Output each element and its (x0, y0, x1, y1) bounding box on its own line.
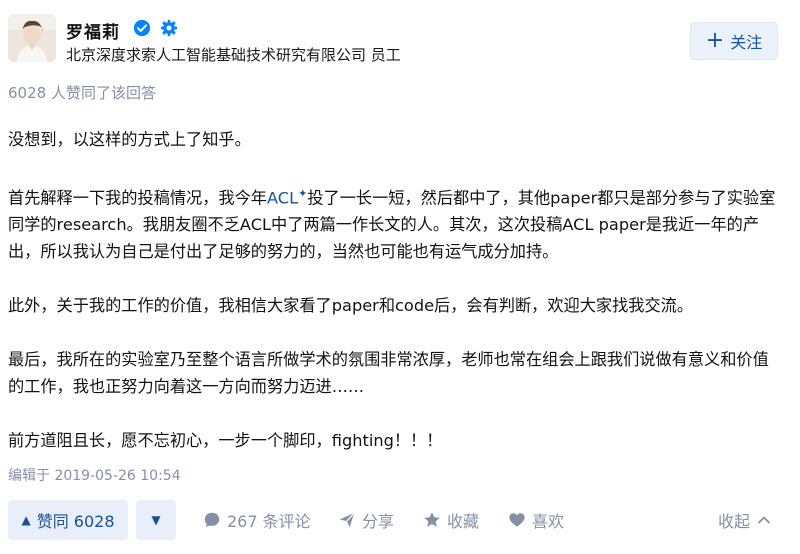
paragraph: 最后，我所在的实验室乃至整个语言所做学术的氛围非常浓厚，老师也常在组会上跟我们说… (8, 350, 769, 397)
author-name[interactable]: 罗福莉 (66, 18, 120, 43)
paragraph-text: 首先解释一下我的投稿情况，我今年 (8, 188, 267, 208)
vote-up-button[interactable]: ▲ 赞同 6028 (8, 500, 128, 540)
verified-badge-icon[interactable] (133, 19, 151, 37)
chevron-up-icon (758, 516, 770, 524)
paragraph: 首先解释一下我的投稿情况，我今年ACL✦投了一长一短，然后都中了，其他paper… (8, 180, 783, 265)
comments-button[interactable]: 267 条评论 (203, 500, 311, 540)
vote-up-label: 赞同 6028 (36, 512, 115, 531)
action-bar: ▲ 赞同 6028 ▼ 267 条评论 分享 收藏 喜欢 收起 (8, 500, 792, 540)
heart-icon (509, 513, 525, 527)
plus-icon: + (705, 28, 725, 53)
paragraph: 没想到，以这样的方式上了知乎。 (8, 130, 251, 149)
paragraph: 此外，关于我的工作的价值，我相信大家看了paper和code后，会有判断，欢迎大… (8, 296, 694, 316)
gear-badge-icon[interactable] (160, 19, 178, 37)
favorite-button[interactable]: 收藏 (423, 500, 479, 540)
share-icon (339, 512, 355, 528)
follow-button[interactable]: + 关注 (690, 22, 778, 60)
triangle-down-icon: ▼ (151, 513, 161, 527)
avatar-image (8, 14, 56, 62)
share-button[interactable]: 分享 (338, 500, 394, 540)
comment-icon (204, 512, 220, 528)
acl-link[interactable]: ACL (267, 188, 298, 207)
paragraph: 前方道阻且长，愿不忘初心，一步一个脚印，fighting！！！ (8, 431, 443, 451)
share-label: 分享 (362, 512, 395, 531)
link-sparkle-icon: ✦ (298, 187, 308, 200)
star-icon (424, 512, 440, 527)
upvote-summary: 6028 人赞同了该回答 (8, 84, 156, 102)
triangle-up-icon: ▲ (21, 513, 31, 527)
collapse-label: 收起 (717, 512, 750, 531)
vote-down-button[interactable]: ▼ (136, 500, 176, 540)
like-label: 喜欢 (532, 512, 565, 531)
author-headline: 北京深度求索人工智能基础技术研究有限公司 员工 (66, 46, 401, 64)
avatar[interactable] (8, 14, 56, 62)
answer-header: 罗福莉 北京深度求索人工智能基础技术研究有限公司 员工 + 关注 (8, 14, 792, 64)
edited-timestamp[interactable]: 编辑于 2019-05-26 10:54 (8, 465, 181, 485)
comments-label: 267 条评论 (227, 512, 311, 531)
answer-content: 没想到，以这样的方式上了知乎。 首先解释一下我的投稿情况，我今年ACL✦投了一长… (8, 126, 783, 454)
collapse-button[interactable]: 收起 (718, 500, 772, 540)
like-button[interactable]: 喜欢 (508, 500, 564, 540)
favorite-label: 收藏 (447, 512, 480, 531)
follow-button-label: 关注 (730, 33, 763, 52)
author-badges (133, 19, 182, 39)
